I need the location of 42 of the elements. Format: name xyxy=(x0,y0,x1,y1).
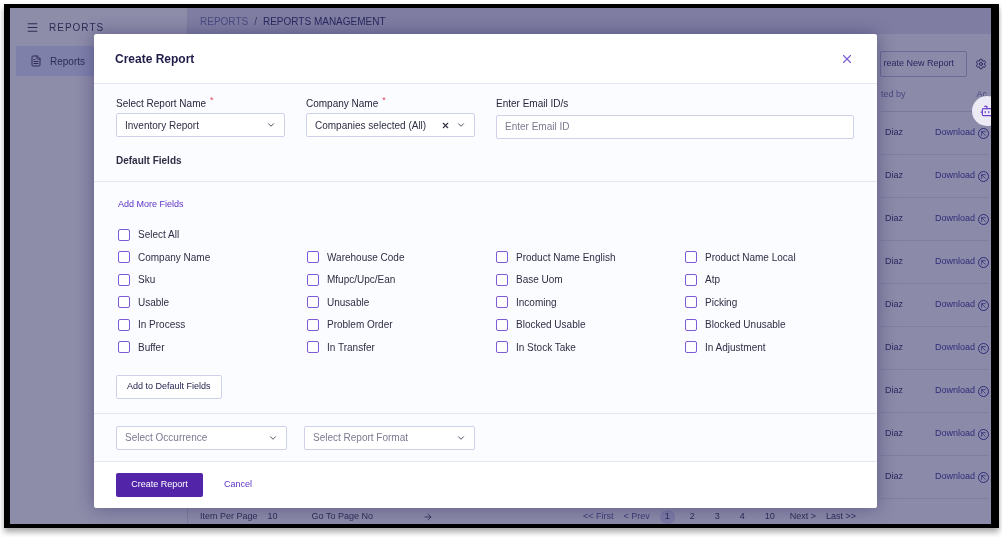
checkbox-label: Product Name English xyxy=(516,250,616,265)
table-cell: Diaz xyxy=(885,427,903,441)
field-label: Select Report Name xyxy=(116,97,207,111)
checkbox-label: Mfupc/Upc/Ean xyxy=(327,273,396,288)
checkbox-label: Blocked Unusable xyxy=(705,318,786,333)
field-label: Company Name xyxy=(306,97,379,111)
table-cell: Diaz xyxy=(885,169,903,183)
field-label: Enter Email ID/s xyxy=(496,97,569,111)
checkbox-label: Incoming xyxy=(516,295,557,310)
checkbox-label: In Process xyxy=(138,318,186,333)
checkbox-label: Usable xyxy=(138,295,170,310)
required-mark: * xyxy=(382,96,386,105)
checkbox-label: Problem Order xyxy=(327,318,393,333)
table-cell: Diaz xyxy=(885,212,903,226)
checkbox-label: In Transfer xyxy=(327,340,375,355)
checkbox-label: Picking xyxy=(705,295,738,310)
table-cell: Diaz xyxy=(885,298,903,312)
checkbox-label: Select All xyxy=(138,228,180,243)
dialog-title: Create Report xyxy=(115,50,195,68)
table-cell: Diaz xyxy=(885,255,903,269)
breadcrumb-separator: / xyxy=(254,14,257,29)
table-cell: Diaz xyxy=(885,470,903,484)
checkbox-label: Atp xyxy=(705,273,720,288)
section-heading: Default Fields xyxy=(116,153,182,168)
checkbox-label: Base Uom xyxy=(516,273,563,288)
required-mark: * xyxy=(210,96,214,105)
items-per-page-label: Item Per Page xyxy=(200,510,258,524)
go-to-page-label: Go To Page No xyxy=(311,510,373,524)
checkbox-label: In Stock Take xyxy=(516,340,576,355)
table-cell: Diaz xyxy=(885,126,903,140)
table-cell: Diaz xyxy=(885,341,903,355)
table-cell: Diaz xyxy=(885,384,903,398)
checkbox-label: Company Name xyxy=(138,250,211,265)
checkbox-label: Buffer xyxy=(138,340,165,355)
checkbox-label: Product Name Local xyxy=(705,250,796,265)
sidebar-title: REPORTS xyxy=(49,20,105,35)
column-header: ted by xyxy=(881,87,906,101)
checkbox-label: Warehouse Code xyxy=(327,250,405,265)
checkbox-label: Blocked Usable xyxy=(516,318,586,333)
checkbox-label: Sku xyxy=(138,273,156,288)
checkbox-label: Unusable xyxy=(327,295,370,310)
checkbox-label: In Adjustment xyxy=(705,340,766,355)
